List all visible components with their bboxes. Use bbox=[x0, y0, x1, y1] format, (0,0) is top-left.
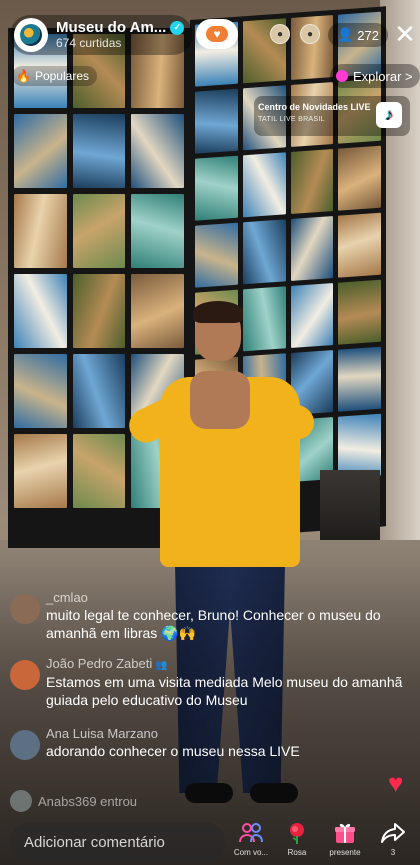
comment-avatar[interactable] bbox=[10, 660, 40, 690]
info-desk bbox=[320, 470, 380, 540]
viewer-count-pill[interactable]: 👤 272 bbox=[328, 23, 388, 47]
explore-label: Explorar > bbox=[353, 68, 413, 84]
presenter-hands bbox=[190, 371, 250, 429]
comment-text: Estamos em uma visita mediada Melo museu… bbox=[46, 673, 403, 708]
museum-logo-icon bbox=[20, 24, 42, 46]
explore-button[interactable]: Explorar > bbox=[330, 64, 420, 88]
presenter-hair bbox=[193, 301, 243, 323]
earth-image-tile bbox=[72, 354, 126, 428]
popular-label: Populares bbox=[34, 69, 89, 83]
explore-dot-icon bbox=[336, 70, 348, 82]
rose-gift-button[interactable]: Rosa bbox=[276, 820, 318, 857]
multi-guest-label: Com vo... bbox=[233, 848, 269, 857]
earth-image-tile bbox=[195, 222, 238, 288]
group-icon bbox=[239, 820, 263, 846]
rose-label: Rosa bbox=[287, 848, 307, 857]
chat-comment: João Pedro Zabeti 👥 Estamos em uma visita… bbox=[10, 656, 410, 709]
earth-image-tile bbox=[338, 145, 381, 211]
fire-icon: 🔥 bbox=[16, 69, 31, 83]
gift-button[interactable]: presente bbox=[324, 820, 366, 857]
heart-plus-icon: ♥ bbox=[206, 26, 228, 42]
earth-image-tile bbox=[131, 194, 184, 268]
multi-guest-button[interactable]: Com vo... bbox=[230, 820, 272, 857]
verified-badge-icon: ✓ bbox=[170, 21, 185, 36]
comment-body: Ana Luisa Marzano adorando conhecer o mu… bbox=[46, 726, 300, 760]
earth-image-tile bbox=[14, 274, 67, 348]
earth-image-tile bbox=[72, 194, 126, 268]
comment-username[interactable]: _cmlao bbox=[46, 590, 410, 606]
earth-image-tile bbox=[72, 274, 126, 348]
comment-avatar[interactable] bbox=[10, 730, 40, 760]
gift-label: presente bbox=[329, 848, 361, 857]
joined-text: Anabs369 entrou bbox=[38, 793, 138, 809]
comment-body: _cmlao muito legal te conhecer, Bruno! C… bbox=[46, 590, 410, 643]
comment-username[interactable]: João Pedro Zabeti bbox=[46, 656, 152, 671]
popular-ranking-pill[interactable]: 🔥 Populares bbox=[12, 66, 97, 86]
comment-text: muito legal te conhecer, Bruno! Conhecer… bbox=[46, 607, 381, 642]
earth-image-tile bbox=[195, 155, 238, 221]
museum-wall bbox=[380, 0, 420, 600]
earth-image-tile bbox=[14, 434, 67, 508]
rose-icon bbox=[285, 820, 309, 846]
earth-image-tile bbox=[242, 152, 286, 218]
earth-image-tile bbox=[14, 114, 67, 188]
comment-body: João Pedro Zabeti 👥 Estamos em uma visita… bbox=[46, 656, 410, 709]
person-icon: 👤 bbox=[337, 27, 354, 42]
tiktok-logo-icon: ♪ bbox=[376, 102, 402, 128]
earth-image-tile bbox=[72, 434, 126, 508]
top-viewer-avatar[interactable]: ● bbox=[300, 24, 320, 44]
host-avatar[interactable] bbox=[14, 18, 48, 52]
earth-image-tile bbox=[290, 148, 334, 214]
people-badge-icon: 👥 bbox=[155, 660, 168, 671]
gift-icon bbox=[333, 820, 357, 846]
earth-image-tile bbox=[195, 88, 238, 154]
comment-avatar[interactable] bbox=[10, 594, 40, 624]
live-center-card[interactable]: Centro de Novidades LIVE TATIL LIVE BRAS… bbox=[254, 96, 410, 136]
earth-image-tile bbox=[14, 194, 67, 268]
earth-image-tile bbox=[290, 215, 334, 281]
share-count: 3 bbox=[390, 848, 396, 857]
earth-image-tile bbox=[242, 219, 286, 285]
comment-input[interactable]: Adicionar comentário bbox=[10, 822, 225, 862]
top-viewer-avatar[interactable]: ● bbox=[270, 24, 290, 44]
chat-comment: _cmlao muito legal te conhecer, Bruno! C… bbox=[10, 590, 410, 643]
viewer-count: 272 bbox=[357, 27, 379, 43]
earth-image-tile bbox=[338, 279, 381, 345]
comment-username[interactable]: Ana Luisa Marzano bbox=[46, 726, 300, 742]
host-name-row: Museu do Am... ✓ bbox=[56, 19, 185, 37]
host-name: Museu do Am... bbox=[56, 19, 167, 37]
comment-username-row: João Pedro Zabeti 👥 bbox=[46, 656, 410, 673]
host-likes: 674 curtidas bbox=[56, 35, 122, 50]
follow-button[interactable]: ♥ bbox=[196, 19, 238, 49]
earth-image-tile bbox=[14, 354, 67, 428]
floating-heart-icon: ♥ bbox=[388, 768, 404, 798]
share-button[interactable]: 3 bbox=[372, 820, 414, 857]
top-viewers[interactable]: ● ● bbox=[270, 24, 320, 44]
joined-avatar bbox=[10, 790, 32, 812]
earth-image-tile bbox=[131, 114, 184, 188]
comment-text: adorando conhecer o museu nessa LIVE bbox=[46, 743, 300, 760]
close-button[interactable]: ✕ bbox=[392, 20, 418, 48]
earth-image-tile bbox=[338, 212, 381, 278]
chat-comment: Ana Luisa Marzano adorando conhecer o mu… bbox=[10, 726, 410, 760]
earth-image-tile bbox=[338, 413, 381, 479]
host-info: Museu do Am... ✓ 674 curtidas bbox=[56, 19, 185, 50]
earth-image-tile bbox=[338, 346, 381, 412]
host-profile-pill[interactable]: Museu do Am... ✓ 674 curtidas bbox=[10, 15, 193, 55]
joined-notification: Anabs369 entrou bbox=[10, 790, 137, 812]
earth-image-tile bbox=[72, 114, 126, 188]
share-icon bbox=[381, 820, 405, 846]
